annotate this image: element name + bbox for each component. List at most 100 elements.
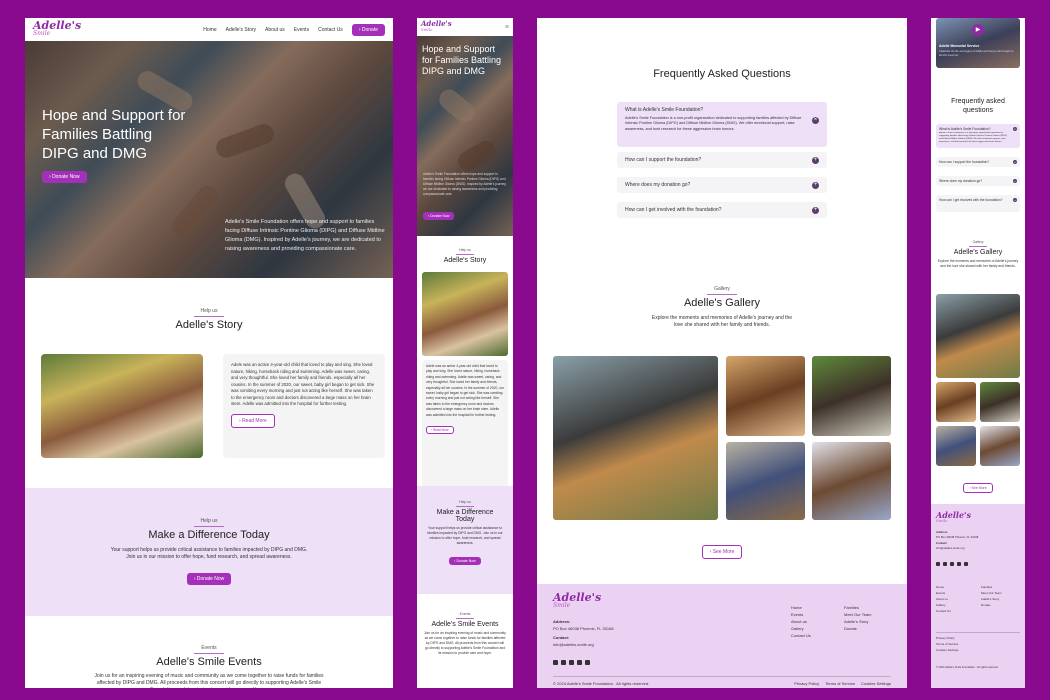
terms-link[interactable]: Terms of Service xyxy=(825,680,855,687)
footer: Adelle's Smile Address: PO Box 46038 Phoen… xyxy=(537,584,907,688)
x-icon[interactable] xyxy=(569,660,574,665)
mobile-faq-item[interactable]: How can I support the foundation? + xyxy=(936,157,1020,167)
gallery-image[interactable] xyxy=(726,356,805,436)
site-logo[interactable]: Adelle's Smile xyxy=(33,20,81,38)
youtube-icon[interactable] xyxy=(964,562,968,566)
story-photo xyxy=(41,354,203,458)
memorial-video[interactable]: ▶ Adelle Memorial Service Celebrate the … xyxy=(936,18,1020,68)
nav-links: Home Adelle's Story About us Events Cont… xyxy=(203,23,385,36)
mobile-gallery-image[interactable] xyxy=(936,382,976,422)
mobile-story-title: Adelle's Story xyxy=(443,257,487,264)
collapse-icon[interactable]: × xyxy=(1013,127,1017,131)
play-icon[interactable]: ▶ xyxy=(972,24,984,36)
youtube-icon[interactable] xyxy=(585,660,590,665)
linkedin-icon[interactable] xyxy=(957,562,961,566)
faq-question: What is Adelle's Smile Foundation? xyxy=(939,127,991,131)
expand-icon[interactable]: + xyxy=(1013,179,1017,183)
mobile-gallery-image[interactable] xyxy=(980,426,1020,466)
see-more-button[interactable]: › See More xyxy=(701,545,743,559)
mobile-logo[interactable]: Adelle's Smile xyxy=(421,20,452,33)
mobile-difference-body: Your support helps us provide critical a… xyxy=(427,526,503,545)
footer-link[interactable]: About us xyxy=(791,618,811,625)
mobile-gallery-image[interactable] xyxy=(980,382,1020,422)
mobile-copyright: © 2024 Adelle's Smile Foundation . All r… xyxy=(936,666,999,669)
nav-about[interactable]: About us xyxy=(265,27,285,33)
mobile-gallery-title: Adelle's Gallery xyxy=(953,249,1003,256)
gallery-image[interactable] xyxy=(812,442,891,520)
hamburger-menu-icon[interactable]: ≡ xyxy=(505,24,509,31)
story-header: Help us Adelle's Story xyxy=(25,308,393,331)
x-icon[interactable] xyxy=(950,562,954,566)
events-tag: Events xyxy=(201,645,217,651)
facebook-icon[interactable] xyxy=(553,660,558,665)
mobile-hero-donate-button[interactable]: › Donate Now xyxy=(423,212,455,220)
difference-body: Your support helps us provide critical a… xyxy=(110,547,308,560)
mobile-footer-logo[interactable]: Adelle's Smile xyxy=(936,511,1020,524)
video-title: Adelle Memorial Service xyxy=(939,44,980,48)
privacy-link[interactable]: Privacy Policy xyxy=(794,680,819,687)
footer-link[interactable]: Home xyxy=(791,604,811,611)
mobile-difference-donate-button[interactable]: › Donate Now xyxy=(449,557,481,565)
desktop-faq-gallery-screen: Frequently Asked Questions What is Adell… xyxy=(537,18,907,688)
mobile-faq-item[interactable]: Where does my donation go? + xyxy=(936,176,1020,186)
gallery-image[interactable] xyxy=(553,356,718,520)
mobile-events-title: Adelle's Smile Events xyxy=(431,621,499,628)
gallery-image[interactable] xyxy=(726,442,805,520)
mobile-difference-section: Help us Make a Difference Today Your sup… xyxy=(417,486,513,594)
expand-icon[interactable]: + xyxy=(1013,160,1017,164)
footer-logo[interactable]: Adelle's Smile xyxy=(553,592,891,610)
mobile-see-more-button[interactable]: › See More xyxy=(963,483,993,493)
footer-link[interactable]: Events xyxy=(791,611,811,618)
video-caption: Celebrate the life and legacy of Adelle … xyxy=(939,50,1014,57)
mobile-gallery-image[interactable] xyxy=(936,426,976,466)
expand-icon[interactable]: + xyxy=(812,182,819,189)
nav-story[interactable]: Adelle's Story xyxy=(226,27,256,33)
footer-link[interactable]: Adelle's Story xyxy=(844,618,872,625)
gallery-header: Gallery Adelle's Gallery Explore the mom… xyxy=(537,286,907,335)
gallery-image[interactable] xyxy=(812,356,891,436)
facebook-icon[interactable] xyxy=(936,562,940,566)
difference-donate-button[interactable]: › Donate Now xyxy=(186,573,232,585)
read-more-button[interactable]: › Read More xyxy=(231,413,275,428)
mobile-story-photo xyxy=(422,272,508,356)
footer-link[interactable]: Donate xyxy=(844,625,872,632)
expand-icon[interactable]: + xyxy=(1013,198,1017,202)
mobile-story-body: Adele was an active 4-year-old child tha… xyxy=(426,364,504,417)
nav-home[interactable]: Home xyxy=(203,27,216,33)
cookies-link[interactable]: Cookies Settings xyxy=(861,680,891,687)
hero-title: Hope and Support for Families Battling D… xyxy=(42,107,186,162)
mobile-read-more-button[interactable]: › Read More xyxy=(426,426,454,435)
story-title: Adelle's Story xyxy=(175,319,243,331)
hero-donate-button[interactable]: › Donate Now xyxy=(42,171,87,183)
instagram-icon[interactable] xyxy=(943,562,947,566)
instagram-icon[interactable] xyxy=(561,660,566,665)
footer-contact[interactable]: info@adelles-smile.org xyxy=(553,642,594,647)
footer-link[interactable]: Donate xyxy=(981,602,1002,608)
nav-events[interactable]: Events xyxy=(294,27,309,33)
mobile-gallery-description: Explore the moments and memories of Adel… xyxy=(937,259,1019,268)
mobile-faq-item-open[interactable]: What is Adelle's Smile Foundation? Adell… xyxy=(936,124,1020,148)
expand-icon[interactable]: + xyxy=(812,207,819,214)
footer-link[interactable]: Gallery xyxy=(791,625,811,632)
footer-link[interactable]: Families xyxy=(844,604,872,611)
faq-item-open[interactable]: What is Adelle's Smile Foundation? Adell… xyxy=(617,102,827,147)
nav-contact[interactable]: Contact Us xyxy=(318,27,343,33)
faq-item[interactable]: Where does my donation go? + xyxy=(617,177,827,193)
difference-section: Help us Make a Difference Today Your sup… xyxy=(25,488,393,616)
footer-link[interactable]: Contact Us xyxy=(936,608,951,614)
mobile-events-tag: Events xyxy=(459,612,471,616)
mobile-faq-item[interactable]: How can I get involved with the foundati… xyxy=(936,195,1020,212)
footer-link[interactable]: Meet Our Team xyxy=(844,611,872,618)
faq-item[interactable]: How can I get involved with the foundati… xyxy=(617,202,827,218)
cookies-link[interactable]: Cookies Settings xyxy=(936,647,959,653)
footer-link[interactable]: Contact Us xyxy=(791,632,811,639)
faq-item[interactable]: How can I support the foundation? + xyxy=(617,152,827,168)
desktop-home-screen: Adelle's Smile Home Adelle's Story About … xyxy=(25,18,393,688)
linkedin-icon[interactable] xyxy=(577,660,582,665)
mobile-footer-col1: Home Events About us Gallery Contact Us xyxy=(936,584,951,614)
collapse-icon[interactable]: × xyxy=(812,117,819,124)
mobile-gallery-image[interactable] xyxy=(936,294,1020,378)
expand-icon[interactable]: + xyxy=(812,157,819,164)
faq-list: What is Adelle's Smile Foundation? Adell… xyxy=(617,102,827,218)
donate-button[interactable]: › Donate xyxy=(351,23,385,36)
